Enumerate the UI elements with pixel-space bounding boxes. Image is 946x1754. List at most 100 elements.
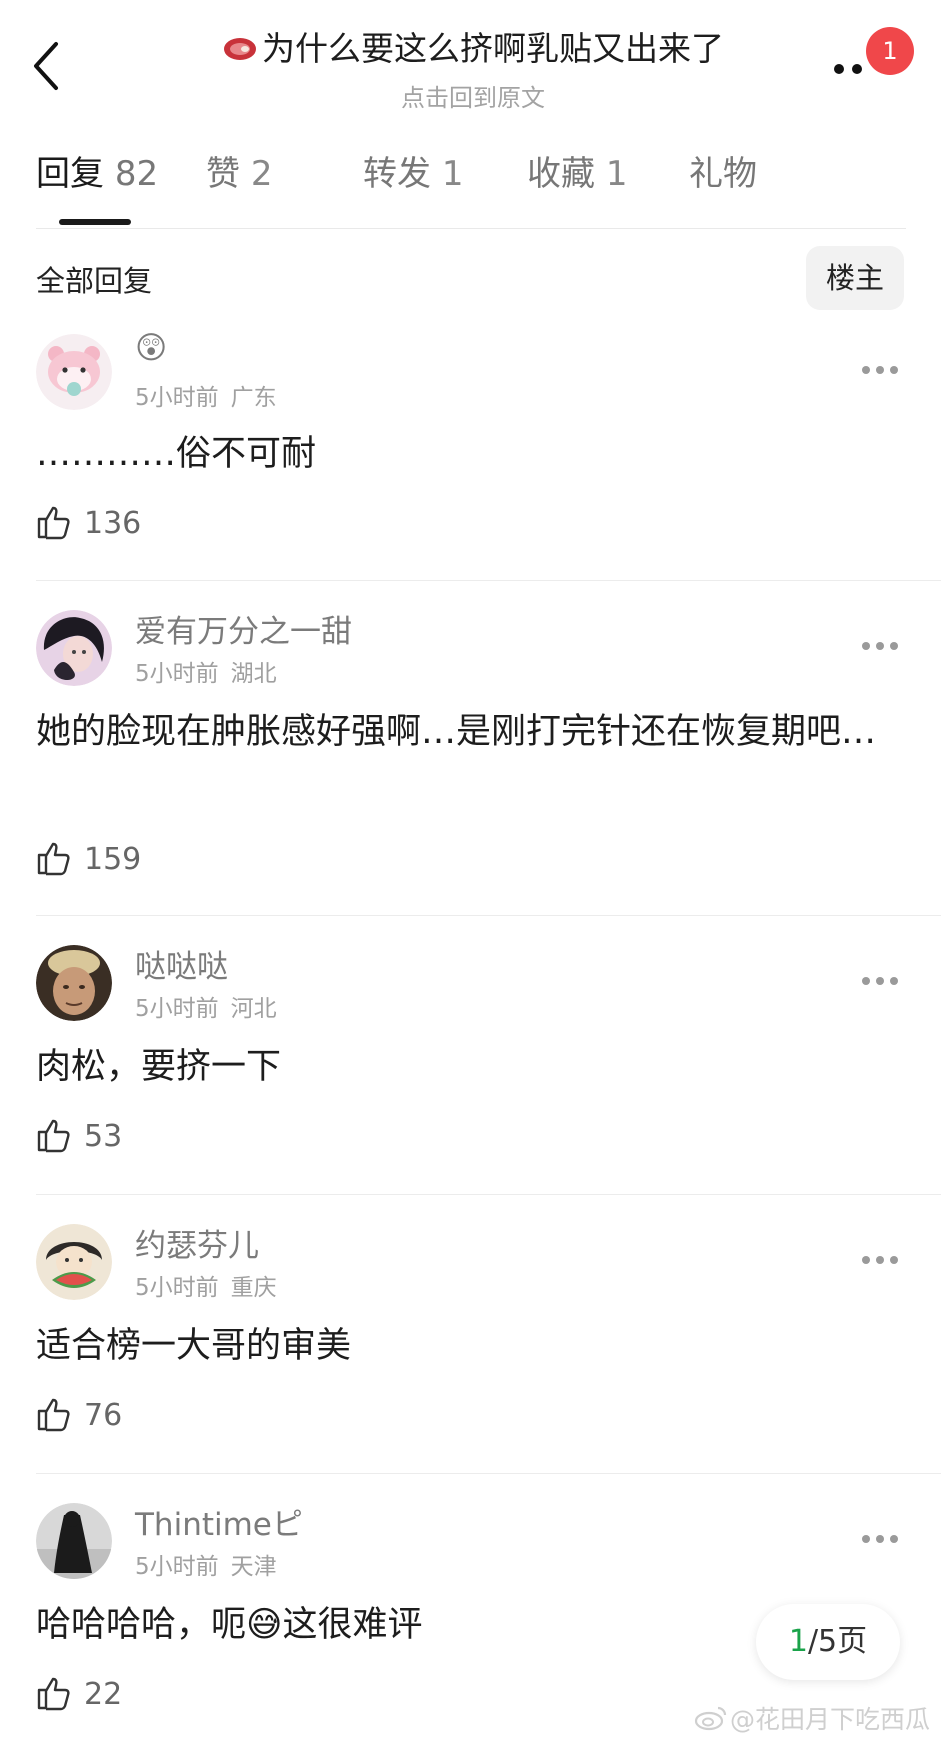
dot-icon <box>876 642 884 650</box>
comment-meta: 5小时前 天津 <box>135 1547 277 1581</box>
thumbs-up-icon <box>37 506 70 540</box>
dot-icon <box>876 1256 884 1264</box>
dot-icon <box>862 642 870 650</box>
comment-more-button[interactable] <box>862 366 898 378</box>
comment-divider <box>36 1194 941 1195</box>
comment-meta: 5小时前 河北 <box>135 989 277 1023</box>
dot-icon <box>890 366 898 374</box>
comment-location: 天津 <box>230 1554 277 1580</box>
thumbs-up-icon <box>37 842 70 876</box>
avatar[interactable] <box>36 1224 112 1300</box>
tab-count: 2 <box>250 154 273 194</box>
user-name[interactable]: 约瑟芬儿 <box>135 1220 259 1265</box>
user-name[interactable]: 哒哒哒 <box>135 941 228 986</box>
dot-icon <box>862 366 870 374</box>
chevron-left-icon <box>34 42 58 90</box>
current-page: 1 <box>788 1624 808 1659</box>
comment-meta: 5小时前 湖北 <box>135 654 277 688</box>
dot-icon <box>890 642 898 650</box>
top-bar: 为什么要这么挤啊乳贴又出来了 点击回到原文 1 <box>0 0 946 118</box>
like-count: 53 <box>84 1119 123 1154</box>
back-button[interactable] <box>28 38 68 94</box>
user-name[interactable]: 爱有万分之一甜 <box>135 606 352 651</box>
tab-likes[interactable]: 赞 2 <box>206 146 272 195</box>
dot-icon <box>890 977 898 985</box>
user-name[interactable]: 😲 <box>135 330 167 366</box>
total-pages: /5页 <box>807 1624 868 1659</box>
notification-badge[interactable]: 1 <box>866 27 914 75</box>
avatar[interactable] <box>36 610 112 686</box>
comment-time: 5小时前 <box>135 996 219 1022</box>
comment-divider <box>36 1473 941 1474</box>
comment-meta: 5小时前 广东 <box>135 378 277 412</box>
reply-tabs: 回复 82 赞 2 转发 1 收藏 1 礼物 <box>36 146 906 206</box>
comment-text: 适合榜一大哥的审美 <box>36 1326 352 1366</box>
avatar[interactable] <box>36 945 112 1021</box>
dot-icon <box>862 1256 870 1264</box>
weibo-logo-icon <box>694 1705 728 1737</box>
all-replies-label: 全部回复 <box>36 264 153 298</box>
thumbs-up-icon <box>37 1677 70 1711</box>
tab-count: 1 <box>441 154 464 194</box>
thumbs-up-icon <box>37 1119 70 1153</box>
comment-location: 湖北 <box>230 661 277 687</box>
comment-more-button[interactable] <box>862 1256 898 1268</box>
dot-icon <box>876 1535 884 1543</box>
comment-location: 重庆 <box>230 1275 277 1301</box>
comment-meta: 5小时前 重庆 <box>135 1268 277 1302</box>
more-options-button[interactable] <box>834 64 870 78</box>
back-to-original-link[interactable]: 点击回到原文 <box>150 78 796 113</box>
tab-count: 1 <box>605 154 628 194</box>
comment-text: …………俗不可耐 <box>36 434 317 474</box>
post-title[interactable]: 为什么要这么挤啊乳贴又出来了 <box>150 26 796 74</box>
tab-label: 回复 <box>36 154 104 194</box>
page-indicator[interactable]: 1/5页 <box>756 1604 900 1680</box>
comment-time: 5小时前 <box>135 661 219 687</box>
dot-icon <box>862 977 870 985</box>
meat-emoji-icon <box>222 28 258 74</box>
comment-more-button[interactable] <box>862 642 898 654</box>
tab-label: 礼物 <box>689 154 757 194</box>
comment-time: 5小时前 <box>135 1275 219 1301</box>
like-count: 76 <box>84 1398 123 1433</box>
weibo-watermark: @花田月下吃西瓜 <box>694 1700 930 1737</box>
comment-text: 肉松，要挤一下 <box>36 1047 282 1087</box>
dot-icon <box>876 366 884 374</box>
comment-time: 5小时前 <box>135 385 219 411</box>
like-count: 136 <box>84 506 142 541</box>
post-title-text: 为什么要这么挤啊乳贴又出来了 <box>262 29 724 68</box>
comment-divider <box>36 915 941 916</box>
active-tab-indicator <box>59 219 131 225</box>
tab-label: 赞 <box>206 154 240 194</box>
tab-gifts[interactable]: 礼物 <box>689 146 757 195</box>
avatar[interactable] <box>36 1503 112 1579</box>
tab-label: 转发 <box>363 154 431 194</box>
comment-text: 她的脸现在肿胀感好强啊…是刚打完针还在恢复期吧… <box>36 712 877 752</box>
tab-replies[interactable]: 回复 82 <box>36 146 158 195</box>
dot-icon <box>890 1535 898 1543</box>
comment-location: 广东 <box>230 385 277 411</box>
watermark-text: @花田月下吃西瓜 <box>730 1705 931 1734</box>
post-title-area[interactable]: 为什么要这么挤啊乳贴又出来了 点击回到原文 <box>150 26 796 113</box>
tab-favorites[interactable]: 收藏 1 <box>527 146 627 195</box>
user-name[interactable]: Thintimeピ <box>135 1499 303 1544</box>
comment-more-button[interactable] <box>862 977 898 989</box>
dot-icon <box>862 1535 870 1543</box>
comment-time: 5小时前 <box>135 1554 219 1580</box>
thumbs-up-icon <box>37 1398 70 1432</box>
dot-icon <box>890 1256 898 1264</box>
dot-icon <box>876 977 884 985</box>
tab-label: 收藏 <box>527 154 595 194</box>
comment-divider <box>36 580 941 581</box>
like-count: 159 <box>84 842 142 877</box>
comment-location: 河北 <box>230 996 277 1022</box>
avatar[interactable] <box>36 334 112 410</box>
like-count: 22 <box>84 1677 123 1712</box>
tab-reposts[interactable]: 转发 1 <box>363 146 463 195</box>
comment-more-button[interactable] <box>862 1535 898 1547</box>
tab-count: 82 <box>114 154 159 194</box>
dot-icon <box>852 64 862 74</box>
tabs-divider <box>36 228 906 229</box>
op-only-button[interactable]: 楼主 <box>806 246 904 310</box>
dot-icon <box>834 64 844 74</box>
